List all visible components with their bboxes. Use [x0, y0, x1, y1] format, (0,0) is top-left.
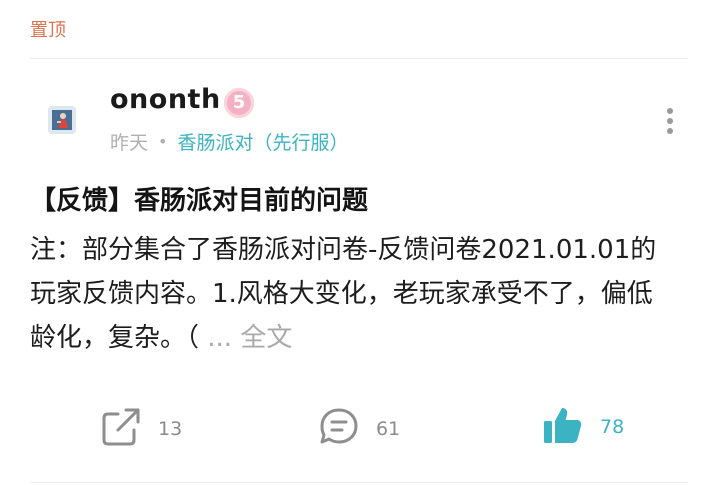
- like-count: 78: [600, 416, 625, 438]
- post-body-text: 注：部分集合了香肠派对问卷-反馈问卷2021.01.01的玩家反馈内容。1.风格…: [30, 235, 657, 353]
- expand-link[interactable]: ... 全文: [207, 323, 292, 353]
- share-button[interactable]: 13: [100, 406, 182, 452]
- bottom-divider: [30, 482, 688, 483]
- thumbs-up-icon: [542, 404, 584, 450]
- top-divider: [30, 58, 688, 59]
- comment-count: 61: [376, 418, 401, 440]
- post-body[interactable]: 注：部分集合了香肠派对问卷-反馈问卷2021.01.01的玩家反馈内容。1.风格…: [30, 228, 670, 360]
- forum-link[interactable]: 香肠派对（先行服）: [177, 128, 348, 155]
- meta-separator: •: [158, 132, 168, 151]
- post-title[interactable]: 【反馈】香肠派对目前的问题: [30, 180, 368, 217]
- post-meta: 昨天 • 香肠派对（先行服）: [110, 128, 348, 155]
- more-dot: [667, 108, 673, 114]
- more-dot: [667, 128, 673, 134]
- more-icon[interactable]: [665, 108, 675, 134]
- comment-button[interactable]: 61: [318, 406, 400, 452]
- like-button[interactable]: 78: [542, 404, 624, 450]
- more-dot: [667, 118, 673, 124]
- comment-icon: [318, 406, 360, 452]
- author-name[interactable]: ononth: [110, 84, 221, 115]
- share-icon: [100, 406, 142, 452]
- avatar[interactable]: [48, 106, 76, 134]
- pinned-label: 置顶: [30, 20, 66, 41]
- post-time: 昨天: [110, 132, 149, 154]
- share-count: 13: [158, 418, 183, 440]
- level-badge: 5: [224, 88, 254, 118]
